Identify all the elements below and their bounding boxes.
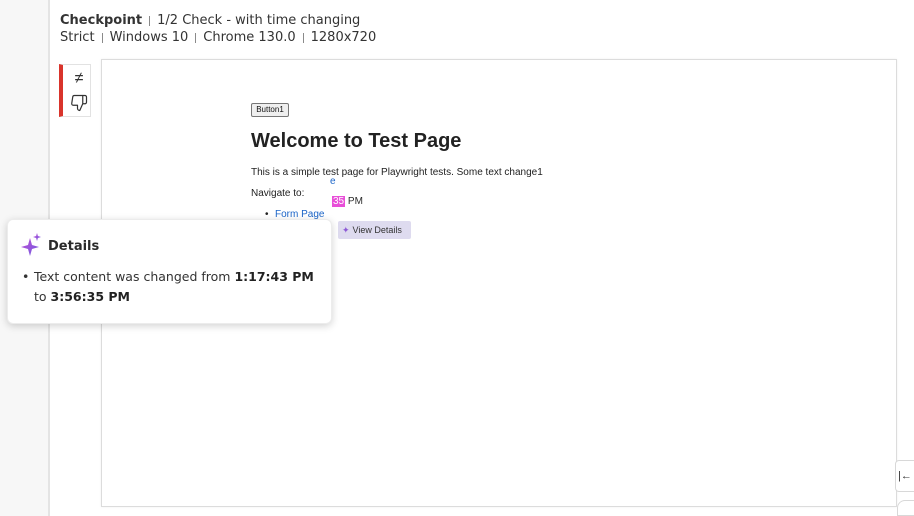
- not-equal-icon[interactable]: ≠: [68, 68, 90, 90]
- separator: [302, 32, 304, 43]
- env-strictness: Strict: [60, 30, 95, 45]
- partial-link-text[interactable]: e: [330, 176, 336, 187]
- view-details-button[interactable]: ✦ View Details: [338, 221, 411, 239]
- from-value: 1:17:43 PM: [234, 269, 314, 284]
- separator: [195, 32, 197, 43]
- details-popover: Details Text content was changed from 1:…: [7, 219, 332, 324]
- changed-time-text: 35 PM: [332, 196, 363, 207]
- header-title: Checkpoint: [60, 13, 143, 28]
- checkpoint-action-rail: ≠: [59, 64, 91, 117]
- env-os: Windows 10: [109, 30, 189, 45]
- separator: [149, 15, 151, 26]
- env-viewport: 1280x720: [310, 30, 377, 45]
- header-subtitle: 1/2 Check - with time changing: [157, 13, 361, 28]
- time-suffix: PM: [347, 196, 363, 207]
- checkpoint-header: Checkpoint 1/2 Check - with time changin…: [60, 12, 376, 46]
- to-value: 3:56:35 PM: [50, 289, 130, 304]
- sparkle-icon: [21, 233, 41, 256]
- separator: [101, 32, 103, 43]
- change-text: Text content was changed from: [34, 269, 235, 284]
- details-change-item: Text content was changed from 1:17:43 PM…: [22, 267, 326, 307]
- button1[interactable]: Button1: [251, 103, 289, 117]
- zoom-control[interactable]: [897, 500, 914, 516]
- details-title: Details: [48, 239, 100, 254]
- diff-highlight: 35: [332, 196, 346, 207]
- sparkle-icon: ✦: [342, 224, 350, 235]
- page-paragraph: This is a simple test page for Playwrigh…: [251, 167, 543, 178]
- collapse-panel-button[interactable]: |←: [895, 460, 914, 492]
- change-text-to: to: [34, 289, 51, 304]
- env-browser: Chrome 130.0: [203, 30, 296, 45]
- thumbs-down-icon[interactable]: [68, 92, 90, 114]
- view-details-label: View Details: [352, 225, 402, 235]
- page-heading: Welcome to Test Page: [251, 130, 462, 152]
- navigate-label: Navigate to:: [251, 188, 305, 199]
